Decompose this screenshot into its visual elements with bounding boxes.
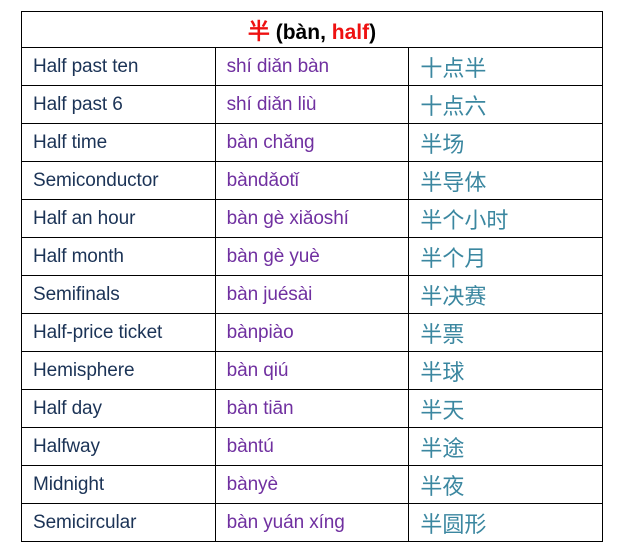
- hanzi-term: 半个月: [420, 245, 487, 271]
- english-term: Hemisphere: [33, 359, 135, 381]
- hanzi-term: 半球: [420, 359, 465, 385]
- pinyin-term: bàn tiān: [226, 397, 294, 419]
- page-title: 半 (bàn, half): [21, 11, 603, 48]
- table-row: Half time bàn chǎng 半场: [21, 123, 603, 162]
- hanzi-term: 十点六: [420, 93, 487, 119]
- pinyin-term: bàntú: [226, 435, 274, 457]
- table-row: Half an hour bàn gè xiǎoshí 半个小时: [21, 199, 603, 238]
- pinyin-term: bàn gè yuè: [226, 245, 320, 267]
- pinyin-term: bàn juésài: [226, 283, 313, 305]
- title-character: 半: [247, 18, 270, 44]
- table-row: Half past 6 shí diǎn liù 十点六: [21, 85, 603, 124]
- english-term: Half-price ticket: [33, 321, 163, 343]
- hanzi-term: 半天: [420, 397, 465, 423]
- table-row: Semicircular bàn yuán xíng 半圆形: [21, 503, 603, 542]
- table-row: Half-price ticket bànpiào 半票: [21, 313, 603, 352]
- table-row: Midnight bànyè 半夜: [21, 465, 603, 504]
- pinyin-term: bàndǎotǐ: [226, 169, 299, 191]
- pinyin-term: shí diǎn bàn: [226, 55, 329, 77]
- hanzi-term: 十点半: [420, 55, 487, 81]
- vocabulary-table: 半 (bàn, half) Half past ten shí diǎn bàn…: [21, 11, 603, 542]
- pinyin-term: shí diǎn liù: [226, 93, 317, 115]
- hanzi-term: 半圆形: [420, 511, 487, 537]
- english-term: Half month: [33, 245, 124, 267]
- table-header-row: 半 (bàn, half): [21, 11, 603, 48]
- table-row: Semiconductor bàndǎotǐ 半导体: [21, 161, 603, 200]
- table-row: Semifinals bàn juésài 半决赛: [21, 275, 603, 314]
- table-row: Half day bàn tiān 半天: [21, 389, 603, 428]
- hanzi-term: 半决赛: [420, 283, 487, 309]
- english-term: Half past 6: [33, 93, 123, 115]
- hanzi-term: 半夜: [420, 473, 465, 499]
- table-row: Half past ten shí diǎn bàn 十点半: [21, 47, 603, 86]
- pinyin-term: bàn chǎng: [226, 131, 315, 153]
- title-meaning: half: [331, 20, 370, 44]
- english-term: Half time: [33, 131, 108, 153]
- pinyin-term: bàn gè xiǎoshí: [226, 207, 349, 229]
- pinyin-term: bànpiào: [226, 321, 294, 343]
- hanzi-term: 半票: [420, 321, 465, 347]
- table-body: Half past ten shí diǎn bàn 十点半 Half past…: [21, 47, 603, 542]
- english-term: Semifinals: [33, 283, 120, 305]
- english-term: Halfway: [33, 435, 100, 457]
- vocabulary-sheet: 半 (bàn, half) Half past ten shí diǎn bàn…: [0, 0, 634, 554]
- pinyin-term: bàn qiú: [226, 359, 289, 381]
- hanzi-term: 半个小时: [420, 207, 509, 233]
- english-term: Semicircular: [33, 511, 137, 533]
- english-term: Half past ten: [33, 55, 139, 77]
- pinyin-term: bàn yuán xíng: [226, 511, 345, 533]
- hanzi-term: 半途: [420, 435, 465, 461]
- table-header: 半 (bàn, half): [21, 11, 603, 48]
- title-close-paren: ): [369, 20, 377, 44]
- english-term: Semiconductor: [33, 169, 159, 191]
- title-pinyin-open: (bàn,: [269, 20, 332, 44]
- pinyin-term: bànyè: [226, 473, 278, 495]
- table-row: Hemisphere bàn qiú 半球: [21, 351, 603, 390]
- english-term: Half an hour: [33, 207, 136, 229]
- english-term: Half day: [33, 397, 102, 419]
- hanzi-term: 半导体: [420, 169, 487, 195]
- english-term: Midnight: [33, 473, 105, 495]
- table-row: Half month bàn gè yuè 半个月: [21, 237, 603, 276]
- hanzi-term: 半场: [420, 131, 465, 157]
- table-row: Halfway bàntú 半途: [21, 427, 603, 466]
